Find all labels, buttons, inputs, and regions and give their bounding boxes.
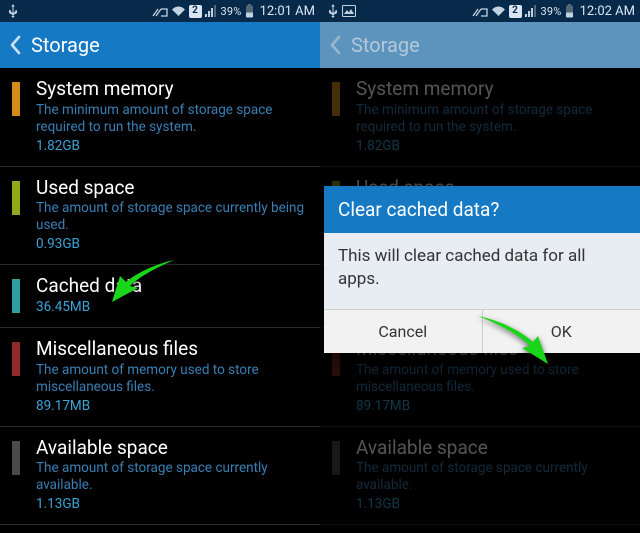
row-value: 1.82GB: [356, 138, 628, 154]
row-desc: The minimum amount of storage space requ…: [36, 102, 308, 136]
image-icon: [342, 4, 356, 18]
swatch-icon: [332, 82, 340, 116]
dialog-ok-button[interactable]: OK: [482, 310, 640, 353]
back-button[interactable]: [328, 34, 343, 56]
status-clock: 12:01 AM: [260, 4, 315, 19]
row-title: Available space: [356, 437, 628, 459]
row-used-space[interactable]: Used space The amount of storage space c…: [0, 167, 320, 266]
row-available-space[interactable]: Available space The amount of storage sp…: [0, 427, 320, 526]
swatch-icon: [12, 181, 20, 215]
row-value: 89.17MB: [356, 398, 628, 414]
row-system-memory[interactable]: System memory The minimum amount of stor…: [0, 68, 320, 167]
usb-icon: [8, 4, 18, 18]
row-available-space: Available space The amount of storage sp…: [320, 427, 640, 526]
battery-icon: [565, 4, 574, 18]
row-title: Cached data: [36, 275, 308, 297]
row-misc-files[interactable]: Miscellaneous files The amount of memory…: [0, 328, 320, 427]
dialog-body: This will clear cached data for all apps…: [324, 233, 640, 309]
row-value: 36.45MB: [36, 299, 308, 315]
row-value: 0.93GB: [36, 236, 308, 252]
titlebar: Storage: [0, 22, 320, 68]
wifi-icon: [171, 4, 186, 18]
battery-icon: [245, 4, 254, 18]
row-desc: The amount of memory used to store misce…: [36, 362, 308, 396]
usb-icon: [328, 4, 338, 18]
page-title: Storage: [31, 33, 100, 57]
swatch-icon: [12, 279, 20, 313]
dialog-title: Clear cached data?: [324, 186, 640, 233]
dialog-cancel-button[interactable]: Cancel: [324, 310, 482, 353]
swatch-icon: [12, 342, 20, 376]
signal-icon: [525, 4, 538, 18]
dialog-clear-cache: Clear cached data? This will clear cache…: [324, 186, 640, 353]
row-title: System memory: [356, 78, 628, 100]
battery-percentage: 39%: [541, 5, 562, 18]
battery-percentage: 39%: [221, 5, 242, 18]
status-bar: 2 39% 12:02 AM: [320, 0, 640, 22]
row-title: System memory: [36, 78, 308, 100]
row-desc: The amount of storage space currently av…: [36, 460, 308, 494]
row-cached-data[interactable]: Cached data 36.45MB: [0, 265, 320, 328]
status-clock: 12:02 AM: [580, 4, 635, 19]
row-value: 89.17MB: [36, 398, 308, 414]
swatch-icon: [12, 441, 20, 475]
row-desc: The minimum amount of storage space requ…: [356, 102, 628, 136]
sim-badge: 2: [509, 5, 522, 18]
row-system-memory: System memory The minimum amount of stor…: [320, 68, 640, 167]
sim-badge: 2: [189, 5, 202, 18]
row-value: 1.13GB: [356, 496, 628, 512]
no-sim-icon: [472, 4, 488, 18]
row-title: Used space: [36, 177, 308, 199]
titlebar: Storage: [320, 22, 640, 68]
no-sim-icon: [152, 4, 168, 18]
swatch-icon: [12, 82, 20, 116]
swatch-icon: [332, 441, 340, 475]
row-desc: The amount of storage space currently be…: [36, 200, 308, 234]
row-title: Available space: [36, 437, 308, 459]
row-desc: The amount of storage space currently av…: [356, 460, 628, 494]
row-value: 1.82GB: [36, 138, 308, 154]
page-title: Storage: [351, 33, 420, 57]
row-desc: The amount of memory used to store misce…: [356, 362, 628, 396]
phone-left: 2 39% 12:01 AM Storage System memory The…: [0, 0, 320, 533]
status-bar: 2 39% 12:01 AM: [0, 0, 320, 22]
storage-list: System memory The minimum amount of stor…: [0, 68, 320, 533]
wifi-icon: [491, 4, 506, 18]
row-title: Miscellaneous files: [36, 338, 308, 360]
dialog-buttons: Cancel OK: [324, 309, 640, 353]
phone-right: 2 39% 12:02 AM Storage System memory The…: [320, 0, 640, 533]
back-button[interactable]: [8, 34, 23, 56]
row-value: 1.13GB: [36, 496, 308, 512]
signal-icon: [205, 4, 218, 18]
